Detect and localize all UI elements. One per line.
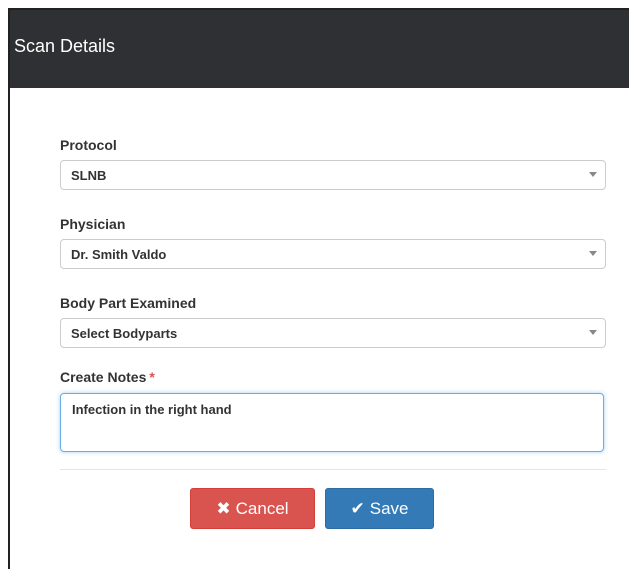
required-asterisk: * — [149, 369, 155, 385]
body-part-select-value: Select Bodyparts — [71, 325, 178, 341]
cancel-button-label: Cancel — [235, 498, 289, 518]
check-icon: ✔ — [350, 498, 365, 519]
save-button-label: Save — [369, 498, 409, 518]
caret-down-icon — [589, 172, 597, 177]
cancel-button[interactable]: ✖ Cancel — [190, 488, 315, 529]
scan-details-modal: Scan Details Protocol SLNB Physician Dr.… — [8, 8, 629, 569]
caret-down-icon — [589, 251, 597, 256]
notes-label-text: Create Notes — [60, 369, 147, 385]
save-button[interactable]: ✔ Save — [325, 488, 434, 529]
body-part-label: Body Part Examined — [60, 295, 197, 311]
physician-label: Physician — [60, 216, 126, 232]
times-icon: ✖ — [216, 498, 231, 519]
physician-select[interactable]: Dr. Smith Valdo — [60, 239, 606, 269]
modal-header: Scan Details — [10, 10, 629, 88]
protocol-select-value: SLNB — [71, 167, 107, 183]
protocol-label: Protocol — [60, 137, 117, 153]
caret-down-icon — [589, 330, 597, 335]
protocol-select[interactable]: SLNB — [60, 160, 606, 190]
body-part-select[interactable]: Select Bodyparts — [60, 318, 606, 348]
physician-select-value: Dr. Smith Valdo — [71, 246, 167, 262]
notes-label: Create Notes * — [60, 369, 155, 385]
footer-divider — [60, 469, 606, 470]
notes-textarea[interactable]: Infection in the right hand — [60, 393, 604, 452]
modal-title: Scan Details — [14, 35, 116, 56]
